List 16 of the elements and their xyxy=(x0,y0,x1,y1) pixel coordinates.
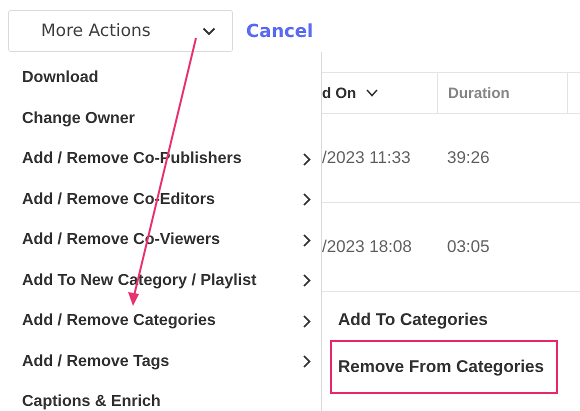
column-header[interactable]: d On xyxy=(322,73,438,113)
chevron-down-icon xyxy=(202,26,216,36)
table-cell-text: /2023 18:08 xyxy=(322,236,413,258)
table-cell-text: /2023 11:33 xyxy=(322,147,412,169)
menu-item[interactable]: Captions & Enrich xyxy=(8,382,321,411)
menu-item[interactable]: Add / Remove Categories xyxy=(8,301,321,342)
submenu-item[interactable]: Add To Categories xyxy=(330,300,558,340)
more-actions-dropdown[interactable]: More Actions xyxy=(8,10,233,52)
column-header[interactable]: Duration xyxy=(438,73,568,113)
table-cell-text: 03:05 xyxy=(446,236,491,258)
menu-item[interactable]: Change Owner xyxy=(8,98,321,139)
menu-item[interactable]: Download xyxy=(8,58,321,98)
table-cell-text: 39:26 xyxy=(446,147,491,169)
menu-item[interactable]: Add / Remove Tags xyxy=(8,342,321,382)
submenu-item[interactable]: Remove From Categories xyxy=(330,340,558,394)
cancel-link[interactable]: Cancel xyxy=(246,20,314,42)
